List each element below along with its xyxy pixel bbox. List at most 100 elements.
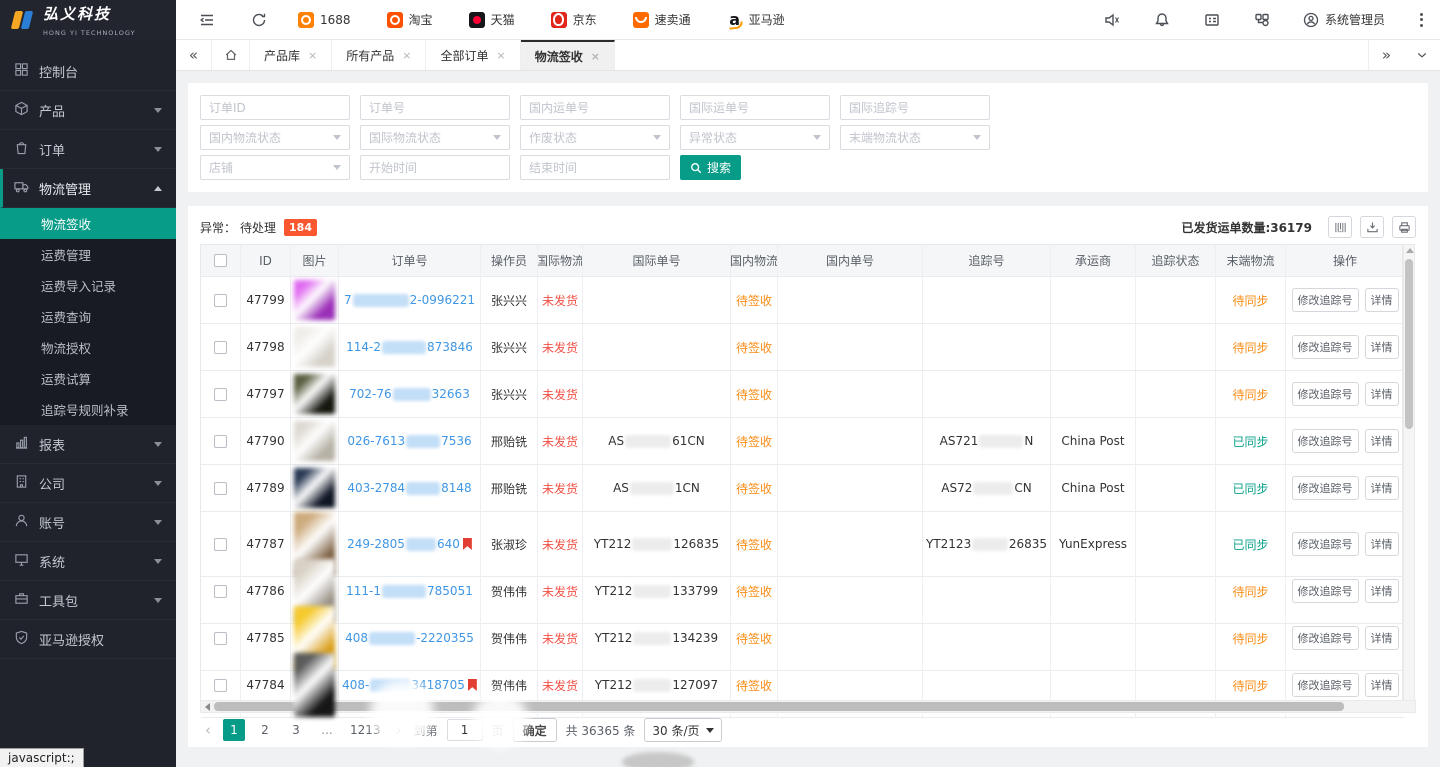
end-time-input[interactable] [520, 155, 670, 180]
search-button[interactable]: 搜索 [680, 155, 741, 180]
order-no-link[interactable]: 72-0996221 [344, 293, 475, 307]
exception-status-select[interactable]: 异常状态 [680, 125, 830, 150]
sidebar-item-1[interactable]: 控制台 [0, 52, 176, 91]
tabs-scroll-right-icon[interactable]: » [1368, 40, 1404, 70]
edit-tracking-button[interactable]: 修改追踪号 [1292, 626, 1359, 650]
order-no-link[interactable]: 403-27848148 [347, 481, 471, 495]
page-number[interactable]: 1213 [347, 719, 384, 741]
user-menu[interactable]: 系统管理员 [1303, 11, 1385, 28]
order-no-link[interactable]: 026-76137536 [347, 434, 471, 448]
domestic-logistics-status-select[interactable]: 国内物流状态 [200, 125, 350, 150]
tab-所有产品[interactable]: 所有产品× [332, 40, 426, 70]
submenu-item[interactable]: 运费管理 [0, 239, 176, 270]
order-no-input[interactable] [360, 95, 510, 120]
sidebar-item-9[interactable]: 工具包 [0, 581, 176, 620]
prev-page-icon[interactable]: ‹ [202, 721, 214, 739]
pending-count-badge[interactable]: 184 [284, 219, 317, 236]
page-number[interactable]: 3 [285, 719, 307, 741]
intl-waybill-input[interactable] [680, 95, 830, 120]
edit-tracking-button[interactable]: 修改追踪号 [1292, 288, 1359, 312]
row-checkbox[interactable] [214, 482, 227, 495]
submenu-item[interactable]: 运费试算 [0, 363, 176, 394]
edit-tracking-button[interactable]: 修改追踪号 [1292, 532, 1359, 556]
platform-link-1688[interactable]: 1688 [298, 12, 351, 28]
void-status-select[interactable]: 作废状态 [520, 125, 670, 150]
close-tab-icon[interactable]: × [402, 49, 411, 62]
board-icon[interactable] [1203, 11, 1221, 29]
select-all-checkbox[interactable] [214, 254, 227, 267]
details-button[interactable]: 详情 [1365, 579, 1399, 603]
next-page-icon[interactable]: › [393, 721, 405, 739]
volume-icon[interactable] [1103, 11, 1121, 29]
details-button[interactable]: 详情 [1365, 382, 1399, 406]
sidebar-item-8[interactable]: 系统 [0, 542, 176, 581]
page-number[interactable]: 1 [223, 719, 245, 741]
vertical-scroll-thumb[interactable] [1405, 259, 1413, 429]
order-no-link[interactable]: 702-7632663 [349, 387, 470, 401]
refresh-icon[interactable] [250, 11, 268, 29]
vertical-scrollbar[interactable] [1403, 244, 1415, 700]
submenu-item[interactable]: 物流签收 [0, 208, 176, 239]
export-button[interactable] [1360, 216, 1384, 238]
domestic-waybill-input[interactable] [520, 95, 670, 120]
platform-link-jd[interactable]: 京东 [551, 11, 597, 28]
sidebar-item-5[interactable]: 报表 [0, 425, 176, 464]
intl-logistics-status-select[interactable]: 国际物流状态 [360, 125, 510, 150]
row-checkbox[interactable] [214, 388, 227, 401]
shop-select[interactable]: 店铺 [200, 155, 350, 180]
details-button[interactable]: 详情 [1365, 673, 1399, 697]
product-image[interactable] [294, 280, 335, 320]
edit-tracking-button[interactable]: 修改追踪号 [1292, 673, 1359, 697]
platform-link-taobao[interactable]: 淘宝 [387, 11, 433, 28]
tab-产品库[interactable]: 产品库× [250, 40, 332, 70]
platform-link-aliexpress[interactable]: 速卖通 [633, 11, 691, 28]
tabs-scroll-left-icon[interactable]: « [176, 40, 212, 70]
edit-tracking-button[interactable]: 修改追踪号 [1292, 335, 1359, 359]
collapse-menu-icon[interactable] [198, 11, 216, 29]
start-time-input[interactable] [360, 155, 510, 180]
sidebar-item-7[interactable]: 账号 [0, 503, 176, 542]
row-checkbox[interactable] [214, 435, 227, 448]
details-button[interactable]: 详情 [1365, 532, 1399, 556]
platform-link-tmall[interactable]: 天猫 [469, 11, 515, 28]
row-checkbox[interactable] [214, 632, 227, 645]
platform-link-amazon[interactable]: a亚马逊 [727, 11, 785, 28]
sidebar-item-6[interactable]: 公司 [0, 464, 176, 503]
brand-logo[interactable]: 弘义科技 HONG YI TECHNOLOGY [0, 0, 176, 40]
sidebar-item-3[interactable]: 订单 [0, 130, 176, 169]
sidebar-item-4[interactable]: 物流管理 [0, 169, 176, 208]
order-no-link[interactable]: 408-3418705 [342, 678, 477, 692]
edit-tracking-button[interactable]: 修改追踪号 [1292, 429, 1359, 453]
tabs-menu-icon[interactable] [1404, 40, 1440, 70]
intl-tracking-input[interactable] [840, 95, 990, 120]
row-checkbox[interactable] [214, 679, 227, 692]
print-button[interactable] [1392, 216, 1416, 238]
close-tab-icon[interactable]: × [591, 50, 600, 63]
details-button[interactable]: 详情 [1365, 288, 1399, 312]
sidebar-item-10[interactable]: 亚马逊授权 [0, 620, 176, 659]
order-no-link[interactable]: 249-2805640 [347, 537, 472, 551]
details-button[interactable]: 详情 [1365, 476, 1399, 500]
barcode-button[interactable] [1328, 216, 1352, 238]
product-image[interactable] [294, 374, 335, 414]
row-checkbox[interactable] [214, 341, 227, 354]
row-checkbox[interactable] [214, 538, 227, 551]
product-image[interactable] [294, 421, 335, 461]
submenu-item[interactable]: 运费查询 [0, 301, 176, 332]
order-no-link[interactable]: 111-1785051 [346, 584, 473, 598]
per-page-select[interactable]: 30 条/页 [644, 718, 721, 742]
tab-物流签收[interactable]: 物流签收× [521, 40, 615, 70]
lastmile-status-select[interactable]: 末端物流状态 [840, 125, 990, 150]
details-button[interactable]: 详情 [1365, 626, 1399, 650]
product-image[interactable] [294, 468, 335, 508]
more-options-icon[interactable] [1417, 10, 1426, 30]
order-id-input[interactable] [200, 95, 350, 120]
goto-page-input[interactable] [447, 719, 483, 741]
submenu-item[interactable]: 物流授权 [0, 332, 176, 363]
close-tab-icon[interactable]: × [496, 49, 505, 62]
home-tab-icon[interactable] [212, 40, 250, 70]
edit-tracking-button[interactable]: 修改追踪号 [1292, 476, 1359, 500]
product-image[interactable] [294, 653, 335, 717]
edit-tracking-button[interactable]: 修改追踪号 [1292, 579, 1359, 603]
notification-bell-icon[interactable] [1153, 11, 1171, 29]
